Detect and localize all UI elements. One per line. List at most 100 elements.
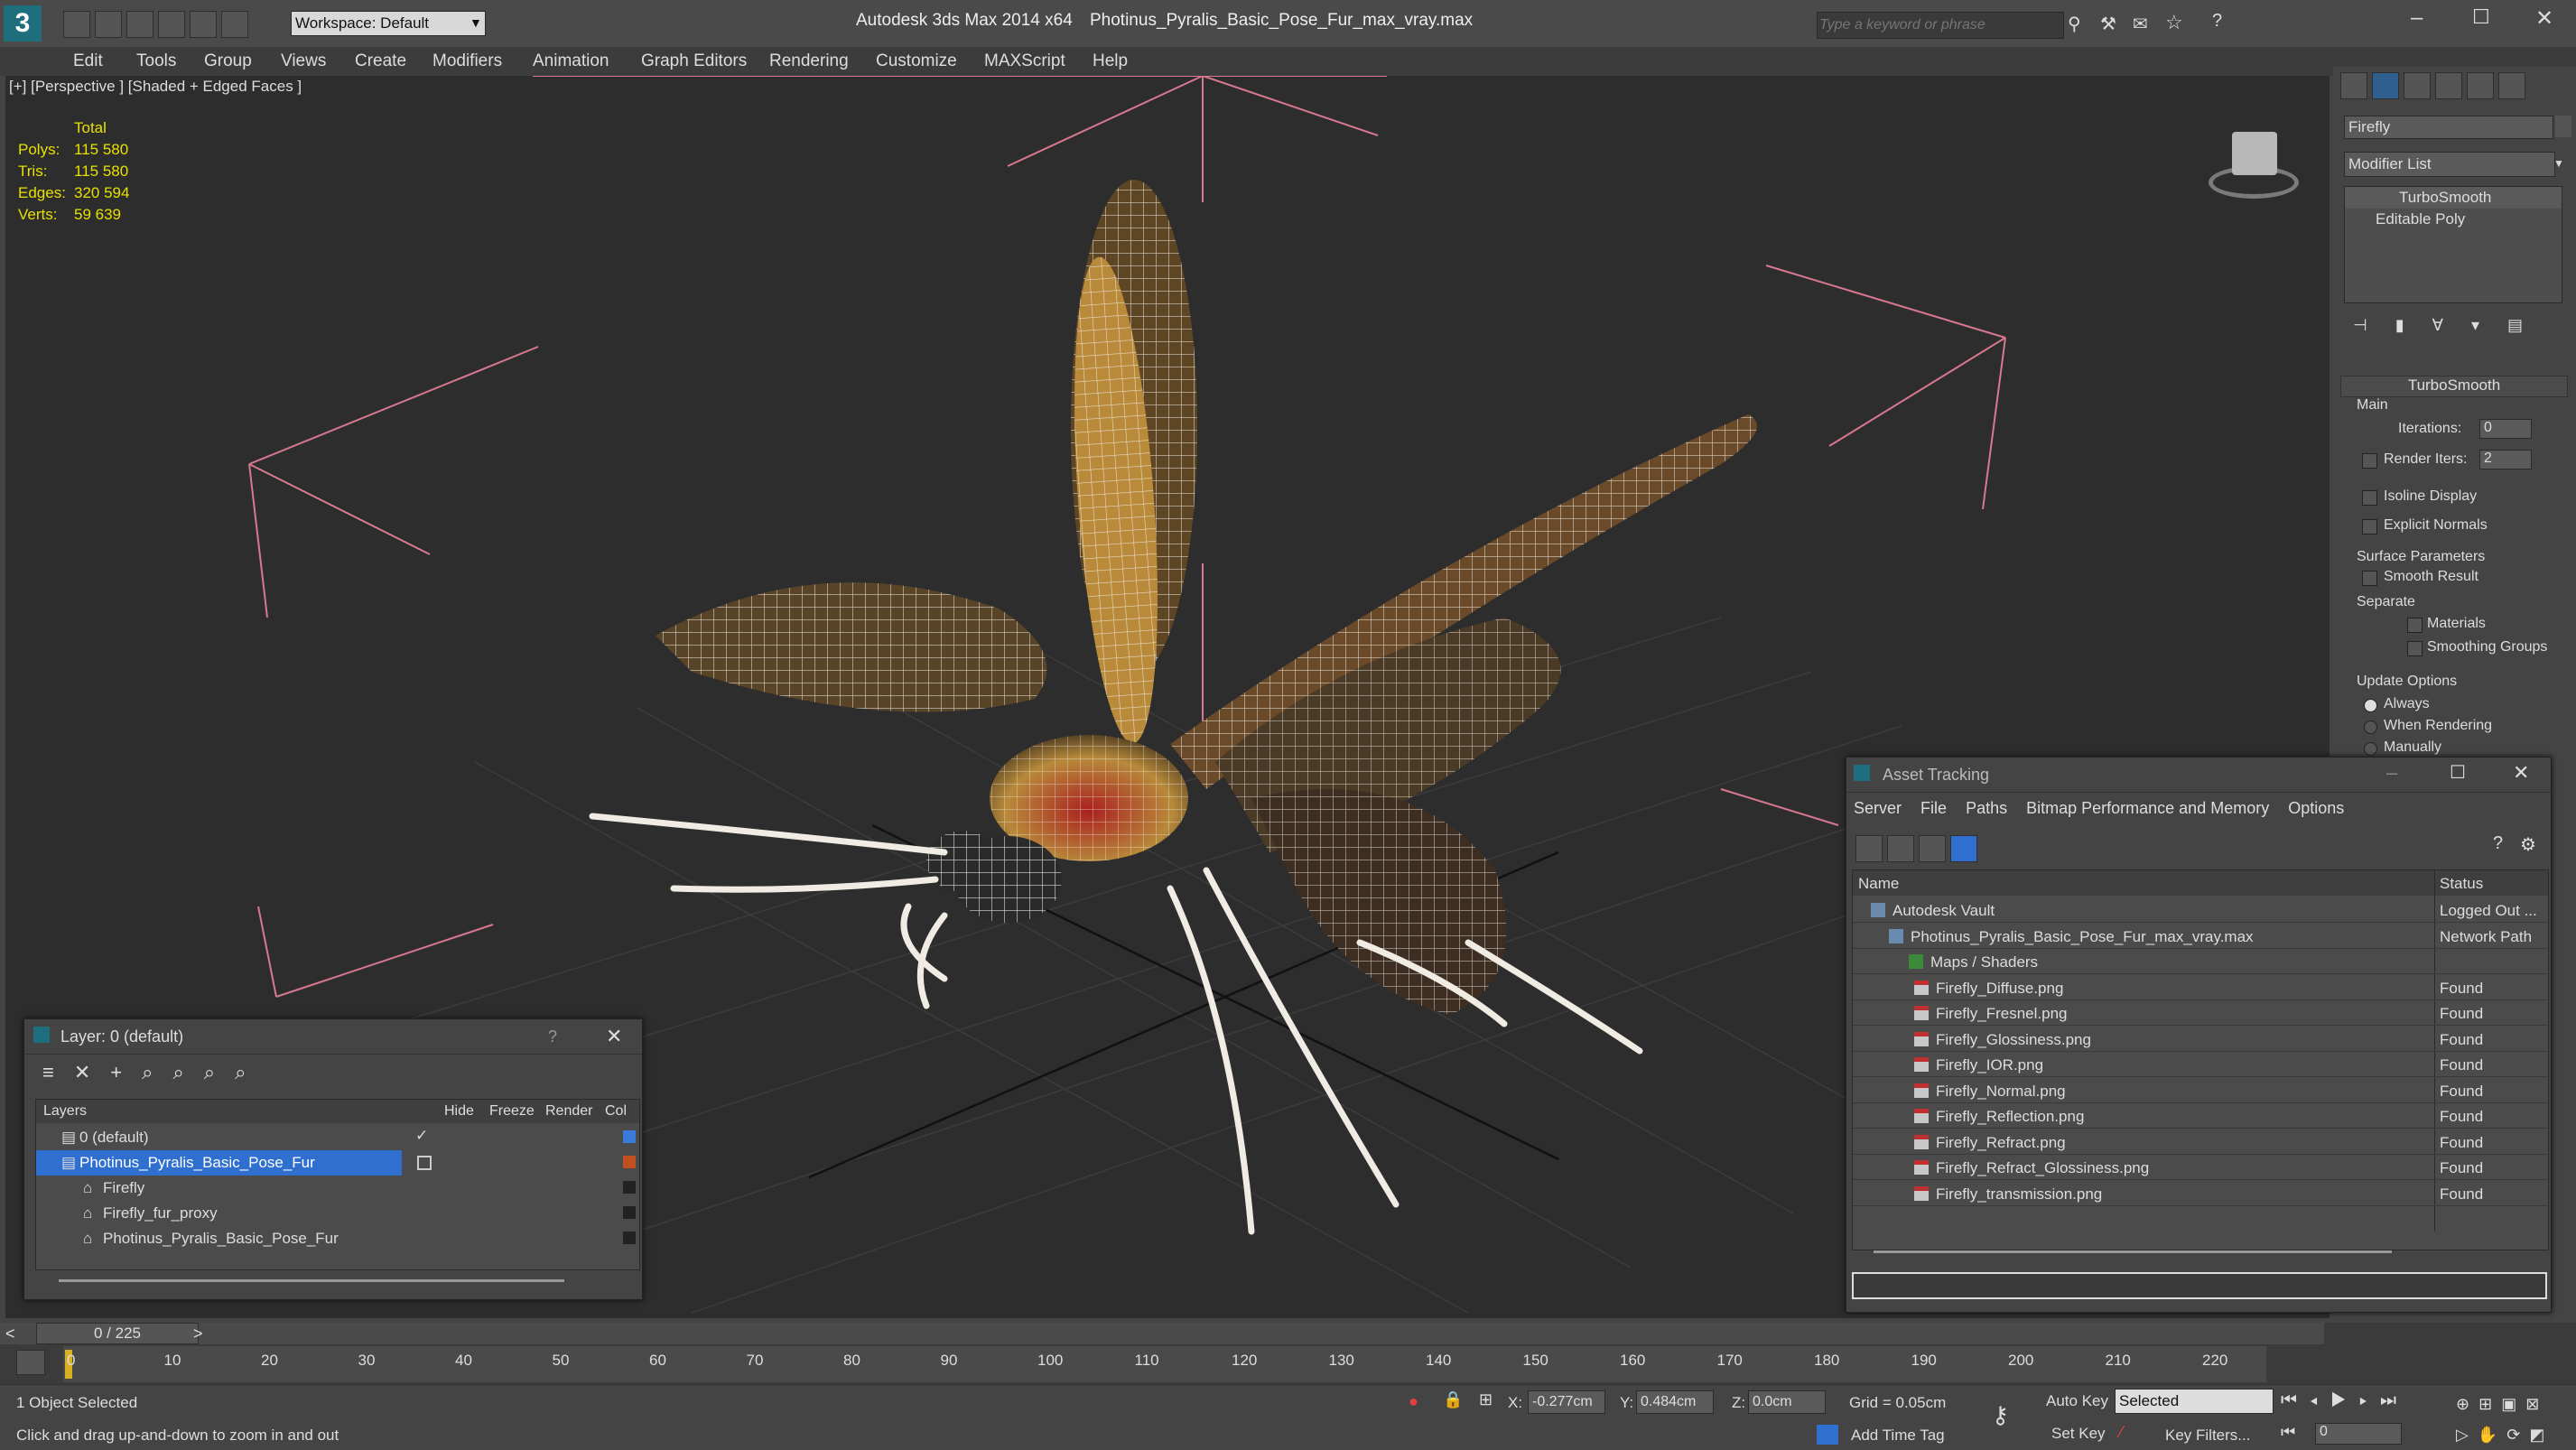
refresh-icon[interactable] [1855, 835, 1883, 862]
menu-group[interactable]: Group [204, 47, 252, 71]
stack-item-editable-poly[interactable]: Editable Poly [2345, 209, 2562, 230]
delete-layer-icon[interactable]: ✕ [74, 1061, 110, 1083]
zoom-all-icon[interactable]: ⊞ [2478, 1395, 2501, 1413]
zoom-icon[interactable]: ⊕ [2456, 1395, 2478, 1413]
selection-lock-icon[interactable]: 🔒 [1443, 1390, 1463, 1409]
key-mode-icon[interactable]: ⁄ [2120, 1423, 2123, 1442]
z-coordinate-field[interactable]: 0.0cm [1748, 1390, 1826, 1414]
maximize-viewport-icon[interactable]: ◩ [2529, 1426, 2553, 1444]
viewport-label[interactable]: [+] [Perspective ] [Shaded + Edged Faces… [9, 78, 302, 96]
hide-all-layers-icon[interactable]: ⌕ [204, 1061, 235, 1083]
display-tab-icon[interactable] [2467, 72, 2495, 99]
layer-object-row[interactable]: ⌂ Firefly [36, 1176, 639, 1201]
zoom-extents-all-icon[interactable]: ⊠ [2525, 1395, 2548, 1413]
viewcube-box[interactable] [2232, 132, 2277, 175]
create-tab-icon[interactable] [2340, 72, 2367, 99]
new-file-icon[interactable] [63, 11, 90, 38]
asset-row[interactable]: Firefly_Diffuse.png Found [1853, 975, 2548, 1000]
layer-object-row[interactable]: ⌂ Firefly_fur_proxy [36, 1201, 639, 1226]
communication-icon[interactable]: ✉ [2133, 13, 2148, 35]
layer-row[interactable]: ▤ Photinus_Pyralis_Basic_Pose_Fur [36, 1150, 639, 1176]
menu-customize[interactable]: Customize [876, 47, 957, 71]
layer-color-swatch[interactable] [623, 1156, 636, 1168]
menu-edit[interactable]: Edit [73, 47, 103, 71]
asset-menu-bitmap-performance[interactable]: Bitmap Performance and Memory [2026, 799, 2269, 817]
go-to-start-icon[interactable]: ⏮ [2281, 1423, 2295, 1442]
column-header-render[interactable]: Render [545, 1103, 592, 1120]
smooth-result-checkbox[interactable] [2362, 571, 2377, 586]
project-folder-icon[interactable] [221, 11, 249, 38]
undo-icon[interactable] [158, 11, 186, 38]
column-header-hide[interactable]: Hide [444, 1103, 474, 1120]
hierarchy-tab-icon[interactable] [2404, 72, 2432, 99]
column-header-status[interactable]: Status [2440, 875, 2483, 893]
selection-set-dropdown[interactable]: Selected [2115, 1389, 2274, 1414]
minimize-icon[interactable]: – [2411, 5, 2423, 31]
pin-stack-icon[interactable]: ⊣ [2353, 316, 2367, 334]
when-rendering-radio[interactable] [2364, 720, 2377, 734]
layer-object-row[interactable]: ⌂ Photinus_Pyralis_Basic_Pose_Fur [36, 1226, 639, 1251]
save-file-icon[interactable] [126, 11, 154, 38]
column-header-color[interactable]: Col [605, 1103, 627, 1120]
maximize-icon[interactable]: ☐ [2472, 5, 2490, 29]
asset-row[interactable]: Firefly_Normal.png Found [1853, 1078, 2548, 1103]
asset-menu-server[interactable]: Server [1854, 799, 1902, 817]
track-bar[interactable]: 0 10 20 30 40 50 60 70 80 90 100 110 120 130 140 150 160… [63, 1346, 2266, 1382]
thumbnail-view-icon[interactable] [1919, 835, 1947, 862]
asset-menu-options[interactable]: Options [2288, 799, 2344, 817]
smoothing-groups-checkbox[interactable] [2407, 641, 2423, 656]
menu-maxscript[interactable]: MAXScript [984, 47, 1065, 71]
modifier-list-dropdown[interactable]: Modifier List [2344, 152, 2555, 177]
add-time-tag[interactable]: Add Time Tag [1851, 1427, 1945, 1445]
orbit-icon[interactable]: ⟳ [2506, 1426, 2529, 1444]
utilities-tab-icon[interactable] [2498, 72, 2526, 99]
redo-icon[interactable] [190, 11, 218, 38]
asset-window-titlebar[interactable]: Asset Tracking – ☐ ✕ [1846, 758, 2551, 793]
isoline-display-checkbox[interactable] [2362, 490, 2377, 506]
modify-tab-icon[interactable] [2372, 72, 2400, 99]
always-radio[interactable] [2364, 699, 2377, 712]
layer-color-swatch[interactable] [623, 1232, 636, 1244]
menu-views[interactable]: Views [281, 47, 326, 71]
subscription-icon[interactable]: ⚒ [2100, 13, 2116, 35]
materials-checkbox[interactable] [2407, 618, 2423, 633]
current-frame-field[interactable]: 0 [2315, 1423, 2402, 1445]
asset-row[interactable]: Firefly_Glossiness.png Found [1853, 1027, 2548, 1052]
help-icon[interactable]: ? [2493, 833, 2503, 854]
asset-menu-paths[interactable]: Paths [1966, 799, 2007, 817]
render-iters-checkbox[interactable] [2362, 453, 2377, 469]
time-slider-prev-icon[interactable]: < [5, 1325, 15, 1343]
menu-animation[interactable]: Animation [533, 47, 609, 71]
object-color-swatch[interactable] [2555, 116, 2571, 137]
menu-rendering[interactable]: Rendering [769, 47, 849, 71]
help-icon[interactable]: ? [2212, 11, 2222, 32]
stack-item-turbosmooth[interactable]: TurboSmooth [2345, 187, 2562, 209]
asset-row[interactable]: Firefly_Refract.png Found [1853, 1129, 2548, 1155]
make-unique-icon[interactable]: ∀ [2432, 316, 2443, 334]
layer-color-swatch[interactable] [623, 1206, 636, 1219]
close-icon[interactable]: ✕ [2535, 5, 2553, 32]
add-to-layer-icon[interactable]: + [110, 1061, 142, 1083]
search-input[interactable] [1817, 12, 2064, 39]
configure-sets-icon[interactable]: ▤ [2507, 316, 2523, 334]
time-slider-next-icon[interactable]: > [193, 1325, 203, 1343]
freeze-all-layers-icon[interactable]: ⌕ [235, 1061, 265, 1083]
field-of-view-icon[interactable]: ▷ [2456, 1426, 2478, 1444]
open-file-icon[interactable] [95, 11, 123, 38]
asset-row[interactable]: Firefly_Reflection.png Found [1853, 1103, 2548, 1129]
layer-color-swatch[interactable] [623, 1181, 636, 1194]
workspace-dropdown-arrow-icon[interactable]: ▼ [470, 11, 488, 34]
x-coordinate-field[interactable]: -0.277cm [1528, 1390, 1605, 1414]
asset-row[interactable]: Firefly_Fresnel.png Found [1853, 1000, 2548, 1026]
favorites-star-icon[interactable]: ☆ [2165, 11, 2183, 34]
isolate-selection-icon[interactable]: ● [1409, 1392, 1418, 1411]
asset-row[interactable]: Maps / Shaders [1853, 949, 2548, 974]
layer-window-titlebar[interactable]: Layer: 0 (default) ? ✕ [24, 1019, 642, 1055]
zoom-extents-icon[interactable]: ▣ [2501, 1395, 2525, 1413]
layer-color-swatch[interactable] [623, 1130, 636, 1143]
mini-curve-editor-icon[interactable] [16, 1350, 45, 1375]
time-slider-thumb[interactable]: 0 / 225 [36, 1323, 199, 1344]
remove-modifier-icon[interactable]: ▾ [2471, 316, 2479, 334]
layer-help-button[interactable]: ? [548, 1027, 557, 1046]
play-icon[interactable]: ▶ [2330, 1390, 2359, 1410]
